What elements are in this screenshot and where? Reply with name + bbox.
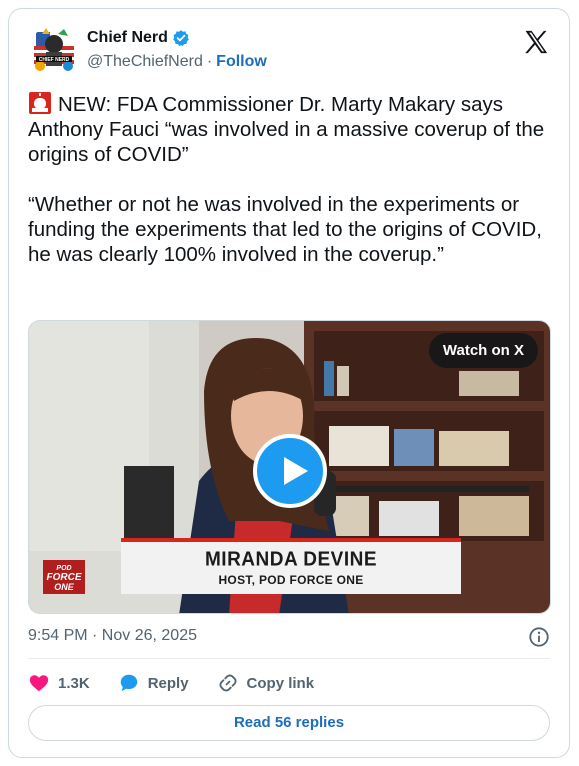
separator-dot: · bbox=[206, 53, 213, 70]
tweet-card: CHIEF NERD Chief Nerd @TheChiefNerd · Foll… bbox=[8, 8, 570, 758]
like-count: 1.3K bbox=[58, 674, 90, 692]
timestamp[interactable]: 9:54 PM · Nov 26, 2025 bbox=[28, 627, 197, 645]
tweet-paragraph-1: NEW: FDA Commissioner Dr. Marty Makary s… bbox=[28, 91, 558, 167]
tweet-header: CHIEF NERD Chief Nerd @TheChiefNerd · Foll… bbox=[28, 26, 550, 84]
lower-third: MIRANDA DEVINE HOST, POD FORCE ONE bbox=[121, 538, 461, 594]
author-name[interactable]: Chief Nerd bbox=[87, 29, 168, 47]
verified-badge-icon bbox=[173, 30, 189, 47]
avatar[interactable]: CHIEF NERD bbox=[28, 26, 80, 78]
lower-third-title: HOST, POD FORCE ONE bbox=[218, 573, 364, 587]
copy-link-button[interactable]: Copy link bbox=[217, 672, 315, 694]
reply-label: Reply bbox=[147, 674, 189, 692]
watch-on-x-button[interactable]: Watch on X bbox=[428, 333, 538, 368]
author-handle[interactable]: @TheChiefNerd bbox=[87, 53, 203, 70]
heart-icon bbox=[29, 675, 49, 692]
tweet-paragraph-1-text: NEW: FDA Commissioner Dr. Marty Makary s… bbox=[28, 93, 545, 166]
logo-text-3: ONE bbox=[54, 582, 75, 592]
like-button[interactable]: 1.3K bbox=[28, 672, 90, 694]
link-icon bbox=[219, 674, 237, 692]
play-button-icon[interactable] bbox=[253, 434, 327, 508]
follow-button[interactable]: Follow bbox=[216, 53, 267, 70]
speech-bubble-icon bbox=[120, 674, 137, 692]
reply-button[interactable]: Reply bbox=[118, 672, 189, 694]
lower-third-name: MIRANDA DEVINE bbox=[204, 548, 378, 571]
read-replies-button[interactable]: Read 56 replies bbox=[28, 705, 550, 741]
handle-row: @TheChiefNerd · Follow bbox=[87, 53, 267, 71]
tweet-text: NEW: FDA Commissioner Dr. Marty Makary s… bbox=[28, 91, 558, 267]
video-player[interactable]: Watch on X MIRANDA DEVINE HOST, POD FORC… bbox=[28, 320, 551, 614]
pod-force-one-logo: POD FORCE ONE bbox=[43, 560, 85, 594]
author-name-row[interactable]: Chief Nerd bbox=[87, 29, 190, 47]
tweet-paragraph-2: “Whether or not he was involved in the e… bbox=[28, 193, 542, 266]
rotating-light-icon bbox=[29, 92, 51, 114]
x-logo-icon[interactable] bbox=[522, 28, 550, 56]
svg-text:CHIEF NERD: CHIEF NERD bbox=[39, 57, 70, 63]
action-bar: 1.3K Reply Copy link bbox=[28, 671, 342, 695]
divider bbox=[28, 658, 550, 659]
logo-text-1: POD bbox=[56, 565, 71, 572]
info-icon[interactable] bbox=[528, 626, 550, 648]
copy-link-label: Copy link bbox=[246, 674, 315, 692]
